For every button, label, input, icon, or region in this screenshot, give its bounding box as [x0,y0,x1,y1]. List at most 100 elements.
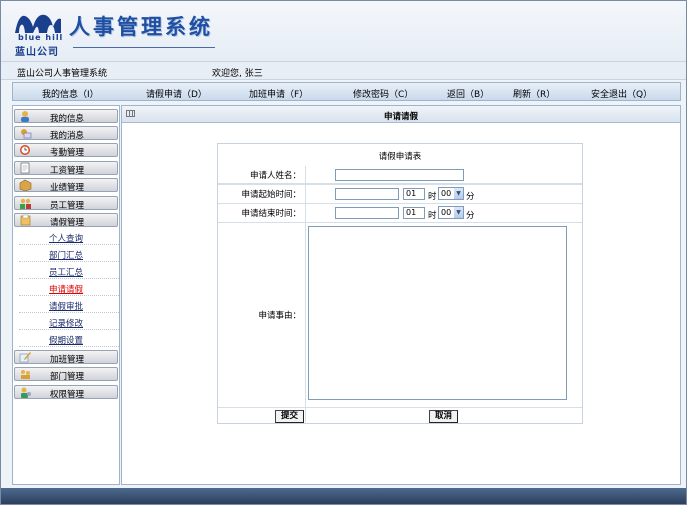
menu-attendance[interactable]: 考勤管理 [14,143,118,158]
menu-performance[interactable]: 业绩管理 [14,178,118,193]
group-icon [21,370,30,379]
sub-item-label: 个人查询 [49,234,84,244]
sub-item-label: 员工汇总 [49,268,84,278]
sub-record-edit[interactable]: 记录修改 [19,315,119,330]
reason-textarea[interactable] [308,226,567,400]
bottom-bar [1,488,686,504]
menu-salary[interactable]: 工资管理 [14,161,118,176]
sub-leave-approval[interactable]: 请假审批 [19,298,119,313]
sub-item-label: 记录修改 [49,319,84,329]
form-caption: 请假申请表 [378,152,422,162]
nav-change-password[interactable]: 修改密码（C） [353,87,413,100]
menu-label: 加班管理 [50,355,85,365]
page-title: 申请请假 [383,112,418,122]
reason-row: 申请事由： [218,223,582,408]
folder-icon [20,214,31,226]
end-minute-select[interactable]: 00 ▼ [438,206,464,219]
message-icon [21,129,32,139]
menu-employees[interactable]: 员工管理 [14,196,118,211]
menu-label: 部门管理 [50,372,85,382]
clock-icon [20,145,30,155]
menu-permissions[interactable]: 权限管理 [14,385,118,400]
header: blue hill 蓝山公司 人事管理系统 [1,1,686,61]
permission-icon [21,387,31,398]
sub-employee-summary[interactable]: 员工汇总 [19,264,119,279]
nav-leave-apply[interactable]: 请假申请（D） [146,87,207,100]
end-label-cell: 申请结束时间： [218,204,306,222]
system-name: 蓝山公司人事管理系统 [17,69,108,79]
nav-back[interactable]: 返回（B） [447,87,489,100]
sub-department-summary[interactable]: 部门汇总 [19,247,119,262]
menu-label: 考勤管理 [50,148,85,158]
start-minute-select[interactable]: 00 ▼ [438,187,464,200]
name-label: 申请人姓名： [249,171,301,181]
edit-icon [19,352,31,363]
start-time-row: 申请起始时间： 01 时 00 ▼ 分 [218,185,582,204]
main-panel: 申请请假 请假申请表 申请人姓名： 申请起始时间： 01 时 00 ▼ 分 申请结… [121,105,681,485]
start-minute-unit: 分 [466,192,475,202]
system-title: 人事管理系统 [69,15,213,39]
sidebar: 我的信息 我的消息 考勤管理 工资管理 业绩管理 员工管理 请假管理 个人查询 … [12,105,120,485]
start-hour-unit: 时 [428,192,437,202]
cancel-button[interactable]: 取消 [429,410,458,423]
end-time-label: 申请结束时间： [241,209,301,219]
app-window: blue hill 蓝山公司 人事管理系统 蓝山公司人事管理系统 欢迎您, 张三… [0,0,687,505]
menu-label: 请假管理 [50,218,85,228]
user-info-icon [21,111,29,122]
panel-header: 申请请假 [122,106,680,123]
reason-label: 申请事由： [258,311,301,321]
leave-form: 请假申请表 申请人姓名： 申请起始时间： 01 时 00 ▼ 分 申请结束时间： … [217,143,583,424]
sub-personal-query[interactable]: 个人查询 [19,230,119,245]
end-date-input[interactable] [335,207,399,219]
menu-label: 员工管理 [50,201,85,211]
end-hour-unit: 时 [428,211,437,221]
name-row: 申请人姓名： [218,166,582,185]
menu-label: 业绩管理 [50,183,85,193]
buttons-row: 提交 取消 [218,408,582,424]
top-nav: 我的信息（I） 请假申请（D） 加班申请（F） 修改密码（C） 返回（B） 刷新… [12,82,681,101]
sub-item-label: 部门汇总 [49,251,84,261]
menu-label: 我的信息 [50,114,85,124]
start-label-cell: 申请起始时间： [218,185,306,203]
sub-item-label: 申请请假 [49,285,84,295]
applicant-name-input[interactable] [335,169,464,181]
user-bar: 蓝山公司人事管理系统 欢迎您, 张三 [1,61,686,80]
users-icon [20,198,31,209]
logo-english: blue hill [18,33,64,42]
nav-refresh[interactable]: 刷新（R） [513,87,555,100]
name-label-cell: 申请人姓名： [218,166,306,184]
nav-logout[interactable]: 安全退出（Q） [591,87,652,100]
start-date-input[interactable] [335,188,399,200]
end-time-row: 申请结束时间： 01 时 00 ▼ 分 [218,204,582,223]
menu-leave[interactable]: 请假管理 [14,213,118,228]
box-icon [19,179,32,191]
reason-label-cell: 申请事由： [218,223,306,407]
sub-holiday-settings[interactable]: 假期设置 [19,332,119,347]
start-minute-value: 00 [441,189,452,198]
document-icon [20,162,30,174]
sub-apply-leave[interactable]: 申请请假 [19,281,119,296]
sub-item-label: 假期设置 [49,336,84,346]
nav-my-info[interactable]: 我的信息（I） [42,87,99,100]
menu-label: 我的消息 [50,131,85,141]
chevron-down-icon: ▼ [454,188,463,199]
chevron-down-icon: ▼ [454,207,463,218]
menu-overtime[interactable]: 加班管理 [14,350,118,365]
header-divider [73,47,215,48]
sub-item-label: 请假审批 [49,302,84,312]
menu-department[interactable]: 部门管理 [14,367,118,382]
nav-overtime-apply[interactable]: 加班申请（F） [249,87,308,100]
submit-button[interactable]: 提交 [275,410,304,423]
menu-my-messages[interactable]: 我的消息 [14,126,118,141]
start-time-label: 申请起始时间： [241,190,301,200]
end-minute-unit: 分 [466,211,475,221]
menu-label: 工资管理 [50,166,85,176]
welcome-text: 欢迎您, 张三 [212,69,263,79]
end-hour-input[interactable]: 01 [403,207,425,219]
menu-label: 权限管理 [50,390,85,400]
logo-chinese: 蓝山公司 [15,47,59,58]
start-hour-input[interactable]: 01 [403,188,425,200]
menu-my-info[interactable]: 我的信息 [14,109,118,124]
end-minute-value: 00 [441,208,452,217]
blue-hill-logo-icon [15,14,61,33]
